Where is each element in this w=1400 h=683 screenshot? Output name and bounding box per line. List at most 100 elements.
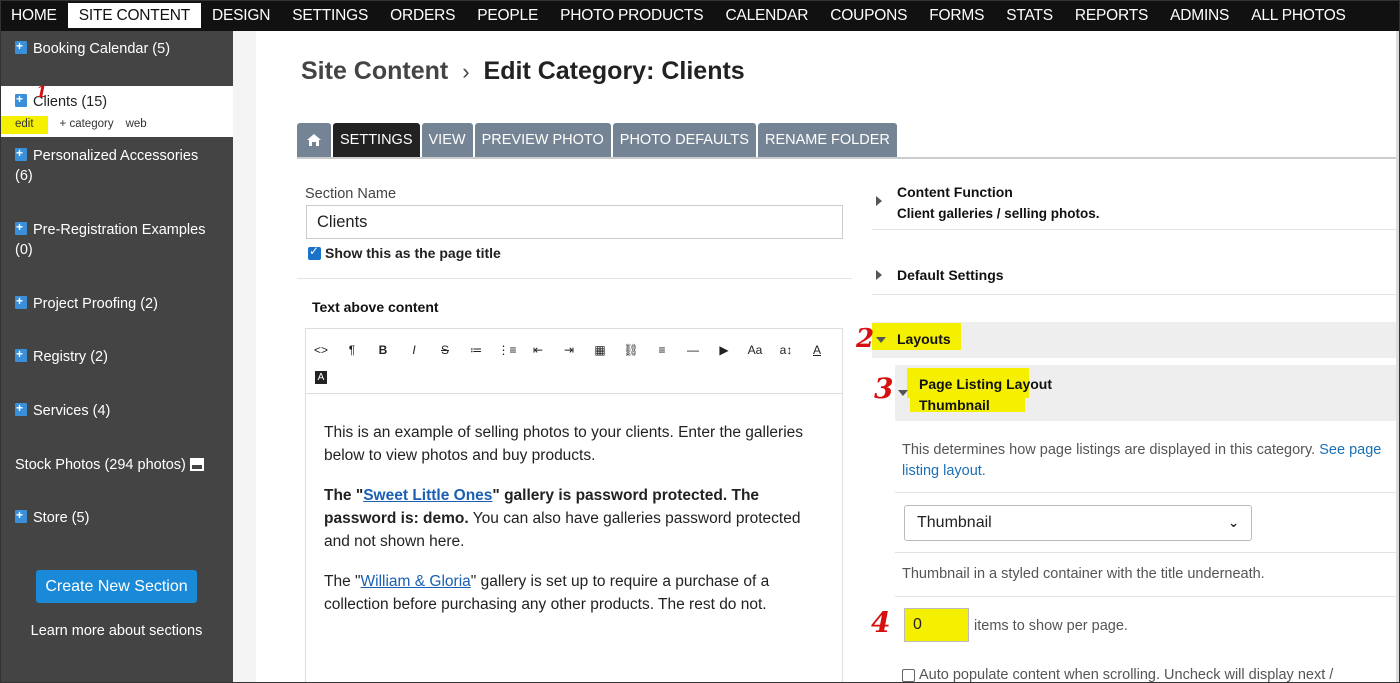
content-function-section[interactable]: Content Function Client galleries / sell… — [897, 182, 1100, 224]
background-color-icon[interactable]: A — [315, 371, 327, 384]
sidebar-item-registry[interactable]: Registry (2) — [0, 344, 233, 367]
add-page-icon — [15, 217, 27, 237]
edit-link[interactable]: edit — [0, 116, 48, 134]
learn-more-link[interactable]: Learn more about sections — [0, 623, 233, 639]
sidebar-item-booking-calendar[interactable]: Booking Calendar (5) — [0, 36, 233, 59]
line-height-icon[interactable]: a↕ — [776, 343, 796, 357]
table-icon[interactable]: ▦ — [590, 343, 610, 357]
sidebar-item-project-proofing[interactable]: Project Proofing (2) — [0, 291, 233, 314]
nav-design[interactable]: DESIGN — [201, 0, 281, 31]
expand-icon[interactable] — [876, 196, 882, 206]
layout-description: Thumbnail in a styled container with the… — [902, 566, 1265, 582]
code-view-icon[interactable]: <> — [311, 343, 331, 357]
divider — [872, 294, 1400, 295]
tab-settings[interactable]: SETTINGS — [333, 123, 420, 157]
paragraph-icon[interactable]: ¶ — [342, 343, 362, 357]
sidebar-item-pre-registration-examples[interactable]: Pre-Registration Examples (0) — [0, 217, 233, 260]
web-link[interactable]: web — [126, 118, 147, 130]
nav-coupons[interactable]: COUPONS — [819, 0, 918, 31]
nav-people[interactable]: PEOPLE — [466, 0, 549, 31]
numbered-list-icon[interactable]: ⋮≡ — [497, 343, 517, 357]
breadcrumb: Site Content › Edit Category: Clients — [301, 57, 745, 86]
sidebar-item-stock-photos[interactable]: Stock Photos (294 photos) — [0, 455, 233, 475]
auto-populate-checkbox[interactable] — [902, 668, 915, 682]
layout-select[interactable]: Thumbnail ⌄ — [904, 505, 1252, 541]
divider — [895, 552, 1400, 553]
nav-site-content[interactable]: SITE CONTENT — [67, 3, 201, 28]
gutter — [233, 31, 256, 683]
layouts-section[interactable]: Layouts — [897, 331, 951, 347]
nav-photo-products[interactable]: PHOTO PRODUCTS — [549, 0, 714, 31]
bold-icon[interactable]: B — [373, 343, 393, 357]
horizontal-rule-icon[interactable]: — — [683, 343, 703, 357]
annotation-4: 4 — [871, 606, 891, 639]
help-text: This determines how page listings are di… — [902, 440, 1397, 482]
divider — [895, 492, 1400, 493]
outdent-icon[interactable]: ⇤ — [528, 343, 548, 357]
tab-rename-folder[interactable]: RENAME FOLDER — [757, 123, 897, 157]
editor-content[interactable]: This is an example of selling photos to … — [306, 394, 842, 616]
sidebar-item-personalized-accessories[interactable]: Personalized Accessories (6) — [0, 143, 233, 186]
sidebar-item-store[interactable]: Store (5) — [0, 505, 233, 528]
create-new-section-button[interactable]: Create New Section — [36, 570, 197, 603]
section-name-input[interactable]: Clients — [306, 205, 843, 239]
nav-all-photos[interactable]: ALL PHOTOS — [1240, 0, 1356, 31]
divider — [895, 596, 1400, 597]
sidebar-item-actions: edit + category web — [0, 114, 233, 134]
indent-icon[interactable]: ⇥ — [559, 343, 579, 357]
rich-text-editor: <> ¶ B I S ≔ ⋮≡ ⇤ ⇥ ▦ ⛓ ≡ — ▶ Aa a↕ A A This is an exampl… — [305, 328, 843, 683]
sweet-little-ones-link[interactable]: Sweet Little Ones — [363, 487, 492, 504]
text-color-icon[interactable]: A — [807, 343, 827, 357]
nav-stats[interactable]: STATS — [995, 0, 1064, 31]
annotation-2: 2 — [856, 324, 875, 354]
align-left-icon[interactable]: ≡ — [652, 343, 672, 357]
page-listing-value: Thumbnail — [919, 397, 990, 413]
scrollbar[interactable] — [1396, 31, 1400, 683]
tab-home[interactable] — [297, 123, 331, 157]
add-category-link[interactable]: + category — [60, 118, 114, 130]
editor-paragraph-3: The "William & Gloria" gallery is set up… — [324, 573, 770, 613]
expand-icon[interactable] — [876, 270, 882, 280]
auto-populate-row: Auto populate content when scrolling. Un… — [902, 667, 1333, 683]
content-function-value: Client galleries / selling photos. — [897, 206, 1100, 221]
tab-preview-photo[interactable]: PREVIEW PHOTO — [474, 123, 611, 157]
collapse-icon[interactable] — [898, 390, 908, 396]
items-per-page-input[interactable]: 0 — [904, 608, 969, 642]
show-title-checkbox[interactable] — [308, 244, 321, 260]
italic-icon[interactable]: I — [404, 343, 424, 357]
sidebar-item-count: (0) — [15, 242, 33, 258]
page-listing-title: Page Listing Layout — [919, 376, 1053, 392]
tab-photo-defaults[interactable]: PHOTO DEFAULTS — [612, 123, 756, 157]
show-title-label: Show this as the page title — [325, 245, 501, 261]
page-listing-section[interactable]: Page Listing Layout Thumbnail — [919, 374, 1052, 416]
sidebar-item-label: Personalized Accessories — [33, 148, 199, 164]
nav-forms[interactable]: FORMS — [918, 0, 995, 31]
add-page-icon — [15, 505, 27, 525]
chevron-right-icon: › — [462, 58, 470, 84]
link-icon[interactable]: ⛓ — [621, 343, 641, 357]
sidebar-item-services[interactable]: Services (4) — [0, 398, 233, 421]
nav-orders[interactable]: ORDERS — [379, 0, 466, 31]
sidebar: Booking Calendar (5) Clients (15) edit+ … — [0, 31, 233, 683]
breadcrumb-root[interactable]: Site Content — [301, 57, 448, 86]
nav-calendar[interactable]: CALENDAR — [714, 0, 819, 31]
collapse-icon[interactable] — [876, 337, 886, 343]
nav-settings[interactable]: SETTINGS — [281, 0, 379, 31]
sidebar-item-clients[interactable]: Clients (15) edit+ categoryweb — [0, 86, 233, 137]
editor-toolbar: <> ¶ B I S ≔ ⋮≡ ⇤ ⇥ ▦ ⛓ ≡ — ▶ Aa a↕ A A — [306, 329, 842, 394]
william-gloria-link[interactable]: William & Gloria — [361, 573, 471, 590]
strikethrough-icon[interactable]: S — [435, 343, 455, 357]
nav-admins[interactable]: ADMINS — [1159, 0, 1240, 31]
bullet-list-icon[interactable]: ≔ — [466, 343, 486, 357]
add-page-icon — [15, 291, 27, 311]
annotation-1: 1 — [36, 82, 48, 101]
tab-bar: SETTINGS VIEW PREVIEW PHOTO PHOTO DEFAUL… — [297, 123, 899, 157]
default-settings-section[interactable]: Default Settings — [897, 267, 1004, 283]
video-icon[interactable]: ▶ — [714, 343, 734, 357]
sidebar-item-label: Booking Calendar (5) — [33, 41, 171, 57]
nav-reports[interactable]: REPORTS — [1064, 0, 1159, 31]
add-page-icon — [15, 36, 27, 56]
nav-home[interactable]: HOME — [0, 0, 68, 31]
font-size-icon[interactable]: Aa — [745, 343, 765, 357]
tab-view[interactable]: VIEW — [421, 123, 473, 157]
